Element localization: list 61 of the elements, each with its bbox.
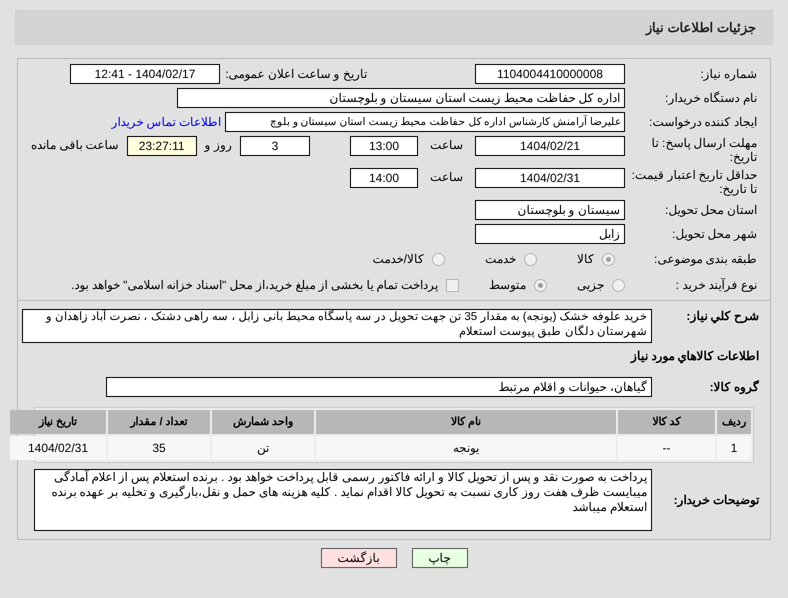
text-field[interactable]: 1104004410000008 — [475, 64, 625, 84]
field-label: حداقل تاریخ اعتبار قیمت: تا تاریخ: — [630, 168, 758, 196]
field-label: استان محل تحویل: — [664, 203, 758, 217]
field-label: نام دستگاه خریدار: — [664, 91, 758, 105]
checkbox[interactable] — [446, 278, 459, 292]
field-text: کالا/خدمت — [372, 251, 424, 268]
radio-button[interactable] — [602, 252, 615, 266]
column-header: تعداد / مقدار — [108, 410, 210, 434]
field-text: روز و — [204, 137, 232, 154]
field-label: توضیحات خریدار: — [672, 493, 760, 507]
field-label: طبقه بندی موضوعی: — [655, 252, 758, 266]
field-label: شهر محل تحویل: — [670, 227, 758, 241]
text-field[interactable]: 14:00 — [350, 168, 418, 188]
field-text: متوسط — [489, 277, 526, 294]
text-field[interactable]: گیاهان، حیوانات و اقلام مرتبط — [106, 377, 652, 397]
text-field[interactable]: 23:27:11 — [126, 136, 197, 156]
field-text: ساعت — [430, 137, 463, 154]
page-title: جزئیات اطلاعات نیاز — [646, 18, 756, 38]
field-label: شماره نیاز: — [699, 67, 758, 81]
field-label: گروه کالا: — [708, 380, 760, 394]
field-label: ایجاد کننده درخواست: — [648, 115, 758, 129]
table-cell: 35 — [108, 436, 210, 460]
text-field[interactable]: 1404/02/31 — [475, 168, 625, 188]
radio-button[interactable] — [432, 252, 445, 266]
text-field[interactable]: 13:00 — [350, 136, 418, 156]
table-cell: یونجه — [316, 436, 616, 460]
table-cell: -- — [618, 436, 715, 460]
description-box[interactable]: خرید علوفه خشک (یونجه) به مقدار 35 تن جهت تحویل در سه پاسگاه محیط بانی زابل ، سه راهی دشتک ، نصرت آباد زاهدان و شهرستان دلگان طبق پیوست استعلام — [22, 309, 652, 343]
field-text: ساعت باقی مانده — [30, 137, 119, 154]
field-text: جزیی — [577, 277, 604, 294]
column-header: تاریخ نیاز — [10, 410, 106, 434]
print-button[interactable]: چاپ — [412, 548, 468, 568]
radio-button[interactable] — [524, 252, 537, 266]
radio-button[interactable] — [534, 278, 547, 292]
column-header: نام کالا — [316, 410, 616, 434]
field-label: شرح کلي نياز: — [685, 309, 760, 323]
text-field[interactable]: 1404/02/17 - 12:41 — [70, 64, 220, 84]
section-title: اطلاعات کالاهاي مورد نياز — [629, 348, 760, 365]
text-field[interactable]: زابل — [475, 224, 625, 244]
field-text: پرداخت تمام یا بخشی از مبلغ خرید،از محل "اسناد خزانه اسلامی" خواهد بود. — [71, 277, 438, 294]
field-label: تاریخ و ساعت اعلان عمومی: — [224, 67, 368, 81]
back-button[interactable]: بازگشت — [320, 548, 396, 568]
contact-link[interactable]: اطلاعات تماس خریدار — [111, 113, 221, 131]
text-field[interactable]: 1404/02/21 — [475, 136, 625, 156]
table-cell: 1 — [717, 436, 751, 460]
text-field[interactable]: 3 — [240, 136, 310, 156]
field-text: ساعت — [430, 169, 463, 186]
column-header: کد کالا — [618, 410, 715, 434]
field-label: نوع فرآیند خرید : — [674, 278, 758, 292]
column-header: ردیف — [717, 410, 751, 434]
radio-button[interactable] — [612, 278, 625, 292]
field-text: خدمت — [485, 251, 516, 268]
column-header: واحد شمارش — [212, 410, 314, 434]
table-cell: 1404/02/31 — [10, 436, 106, 460]
notes-box[interactable]: پرداخت به صورت نقد و پس از تحویل کالا و ارائه فاکتور رسمی قابل پرداخت خواهد بود . برنده استعلام پس از اعلام آمادگی میبایست ظرف هفت روز کاری نسبت به تحویل کالا اقدام نماید . کلیه هزینه های حمل و نقل،بارگیری و تخلیه بر عهده برنده استعلام میباشد — [34, 469, 652, 531]
field-text: کالا — [577, 251, 594, 268]
text-field[interactable]: سیستان و بلوچستان — [475, 200, 625, 220]
field-label: مهلت ارسال پاسخ: تا تاریخ: — [650, 136, 758, 164]
text-field[interactable]: علیرضا آرامنش کارشناس اداره کل حفاظت محیط زیست استان سیستان و بلوچ — [225, 112, 625, 132]
table-cell: تن — [212, 436, 314, 460]
text-field[interactable]: اداره کل حفاظت محیط زیست استان سیستان و بلوچستان — [177, 88, 625, 108]
